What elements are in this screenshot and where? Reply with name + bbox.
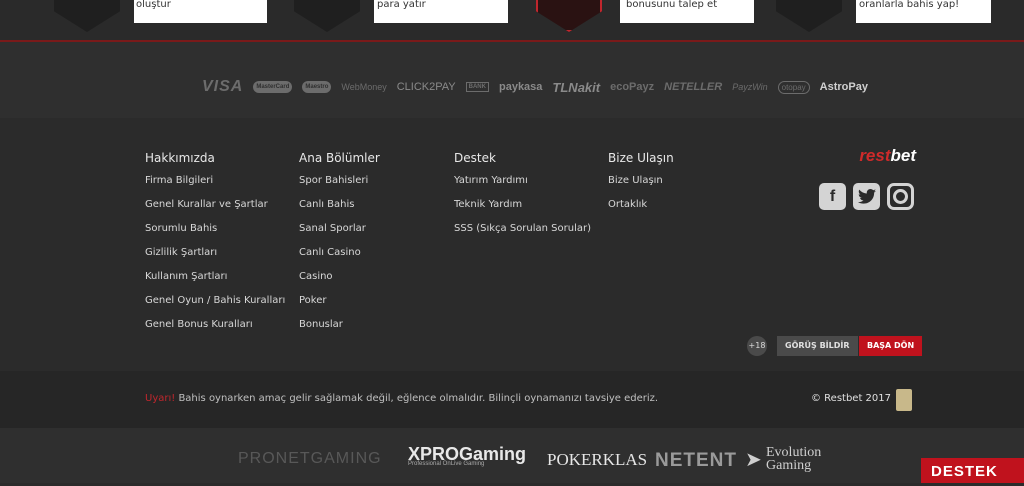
footer-col-title: Bize Ulaşın bbox=[608, 151, 674, 165]
payment-methods: VISA MasterCard Maestro WebMoney CLICK2P… bbox=[0, 42, 1024, 118]
step-text-4: oranlarla bahis yap! bbox=[859, 0, 960, 10]
warning-bar: Uyarı! Bahis oynarken amaç gelir sağlama… bbox=[0, 371, 1024, 428]
brand-logo-part2: bet bbox=[890, 146, 917, 165]
footer-col-about: Hakkımızda Firma Bilgileri Genel Kuralla… bbox=[145, 151, 285, 341]
age-restriction-badge: +18 bbox=[747, 336, 767, 356]
visa-logo: VISA bbox=[202, 78, 244, 95]
step-badge-2 bbox=[294, 0, 360, 32]
footer-link[interactable]: Spor Bahisleri bbox=[299, 173, 380, 197]
footer-link[interactable]: Yatırım Yardımı bbox=[454, 173, 591, 197]
click2pay-logo: CLICK2PAY bbox=[396, 81, 456, 93]
step-badge-3 bbox=[536, 0, 602, 32]
step-text-1: oluştur bbox=[136, 0, 171, 10]
footer-col-sections: Ana Bölümler Spor Bahisleri Canlı Bahis … bbox=[299, 151, 380, 341]
bank-transfer-logo: BANK bbox=[465, 82, 489, 92]
feedback-button[interactable]: GÖRÜŞ BİLDİR bbox=[777, 336, 858, 356]
pronet-gaming-logo: PRONETGAMING bbox=[238, 450, 382, 467]
payzwin-logo: PayzWin bbox=[732, 82, 768, 92]
footer-link[interactable]: Bonuslar bbox=[299, 317, 380, 341]
support-tab[interactable]: DESTEK bbox=[921, 458, 1024, 483]
footer-link[interactable]: Bize Ulaşın bbox=[608, 173, 674, 197]
evolution-gaming-logo: Evolution Gaming bbox=[766, 445, 822, 473]
footer: Hakkımızda Firma Bilgileri Genel Kuralla… bbox=[0, 118, 1024, 371]
step-card-1: oluştur bbox=[54, 0, 267, 32]
footer-link[interactable]: Genel Oyun / Bahis Kuralları bbox=[145, 293, 285, 317]
footer-link[interactable]: Firma Bilgileri bbox=[145, 173, 285, 197]
instagram-icon[interactable] bbox=[887, 183, 914, 210]
footer-col-support: Destek Yatırım Yardımı Teknik Yardım SSS… bbox=[454, 151, 591, 245]
footer-link[interactable]: Gizlilik Şartları bbox=[145, 245, 285, 269]
netent-logo: NETENT bbox=[655, 450, 737, 471]
footer-col-title: Destek bbox=[454, 151, 496, 165]
warning-text: Bahis oynarken amaç gelir sağlamak değil… bbox=[175, 393, 659, 404]
maestro-logo: Maestro bbox=[302, 81, 332, 93]
twitter-icon[interactable] bbox=[853, 183, 880, 210]
webmoney-logo: WebMoney bbox=[341, 82, 387, 92]
license-seal-icon[interactable] bbox=[896, 389, 912, 411]
tlnakit-logo: TLNakit bbox=[552, 79, 601, 95]
footer-link[interactable]: Sanal Sporlar bbox=[299, 221, 380, 245]
footer-col-contact: Bize Ulaşın Bize Ulaşın Ortaklık bbox=[608, 151, 674, 221]
footer-link[interactable]: Genel Bonus Kuralları bbox=[145, 317, 285, 341]
footer-link[interactable]: Ortaklık bbox=[608, 197, 674, 221]
step-card-3: bonusunu talep et bbox=[536, 0, 754, 32]
steps-band: oluştur para yatır bonusunu talep et ora… bbox=[0, 0, 1024, 42]
step-text-2: para yatır bbox=[377, 0, 426, 10]
evolution-mark-icon: ➤ bbox=[745, 449, 762, 471]
ecopayz-logo: ecoPayz bbox=[610, 81, 655, 93]
step-card-2: para yatır bbox=[294, 0, 508, 32]
neteller-logo: NETELLER bbox=[664, 81, 723, 93]
brand-logo[interactable]: restbet bbox=[859, 146, 916, 166]
footer-link[interactable]: Genel Kurallar ve Şartlar bbox=[145, 197, 285, 221]
warning-message: Uyarı! Bahis oynarken amaç gelir sağlama… bbox=[145, 393, 658, 404]
back-to-top-button[interactable]: BAŞA DÖN bbox=[859, 336, 923, 356]
social-links: f bbox=[819, 183, 914, 210]
footer-col-title: Hakkımızda bbox=[145, 151, 215, 165]
step-text-3: bonusunu talep et bbox=[626, 0, 718, 10]
mastercard-logo: MasterCard bbox=[253, 81, 293, 93]
astropay-logo: AstroPay bbox=[819, 81, 868, 93]
warning-label: Uyarı! bbox=[145, 393, 176, 404]
step-badge-1 bbox=[54, 0, 120, 32]
footer-link[interactable]: Canlı Casino bbox=[299, 245, 380, 269]
footer-link[interactable]: Casino bbox=[299, 269, 380, 293]
game-providers: PRONETGAMING XPROGaming Professional OnLi… bbox=[0, 428, 1024, 483]
facebook-icon[interactable]: f bbox=[819, 183, 846, 210]
pokerklas-logo: POKERKLAS bbox=[547, 450, 648, 469]
brand-logo-part1: rest bbox=[859, 146, 891, 165]
footer-link[interactable]: Canlı Bahis bbox=[299, 197, 380, 221]
footer-link[interactable]: Teknik Yardım bbox=[454, 197, 591, 221]
step-badge-4 bbox=[776, 0, 842, 32]
footer-col-title: Ana Bölümler bbox=[299, 151, 380, 165]
payment-logos: VISA MasterCard Maestro WebMoney CLICK2P… bbox=[202, 78, 868, 96]
otopay-logo: otopay bbox=[777, 80, 810, 94]
footer-link[interactable]: Kullanım Şartları bbox=[145, 269, 285, 293]
paykasa-logo: paykasa bbox=[498, 81, 543, 93]
step-card-4: oranlarla bahis yap! bbox=[776, 0, 991, 32]
footer-link[interactable]: Poker bbox=[299, 293, 380, 317]
xpro-gaming-logo: XPROGaming Professional OnLive Gaming bbox=[408, 444, 526, 467]
copyright: © Restbet 2017 bbox=[810, 393, 891, 404]
footer-link[interactable]: SSS (Sıkça Sorulan Sorular) bbox=[454, 221, 591, 245]
footer-link[interactable]: Sorumlu Bahis bbox=[145, 221, 285, 245]
